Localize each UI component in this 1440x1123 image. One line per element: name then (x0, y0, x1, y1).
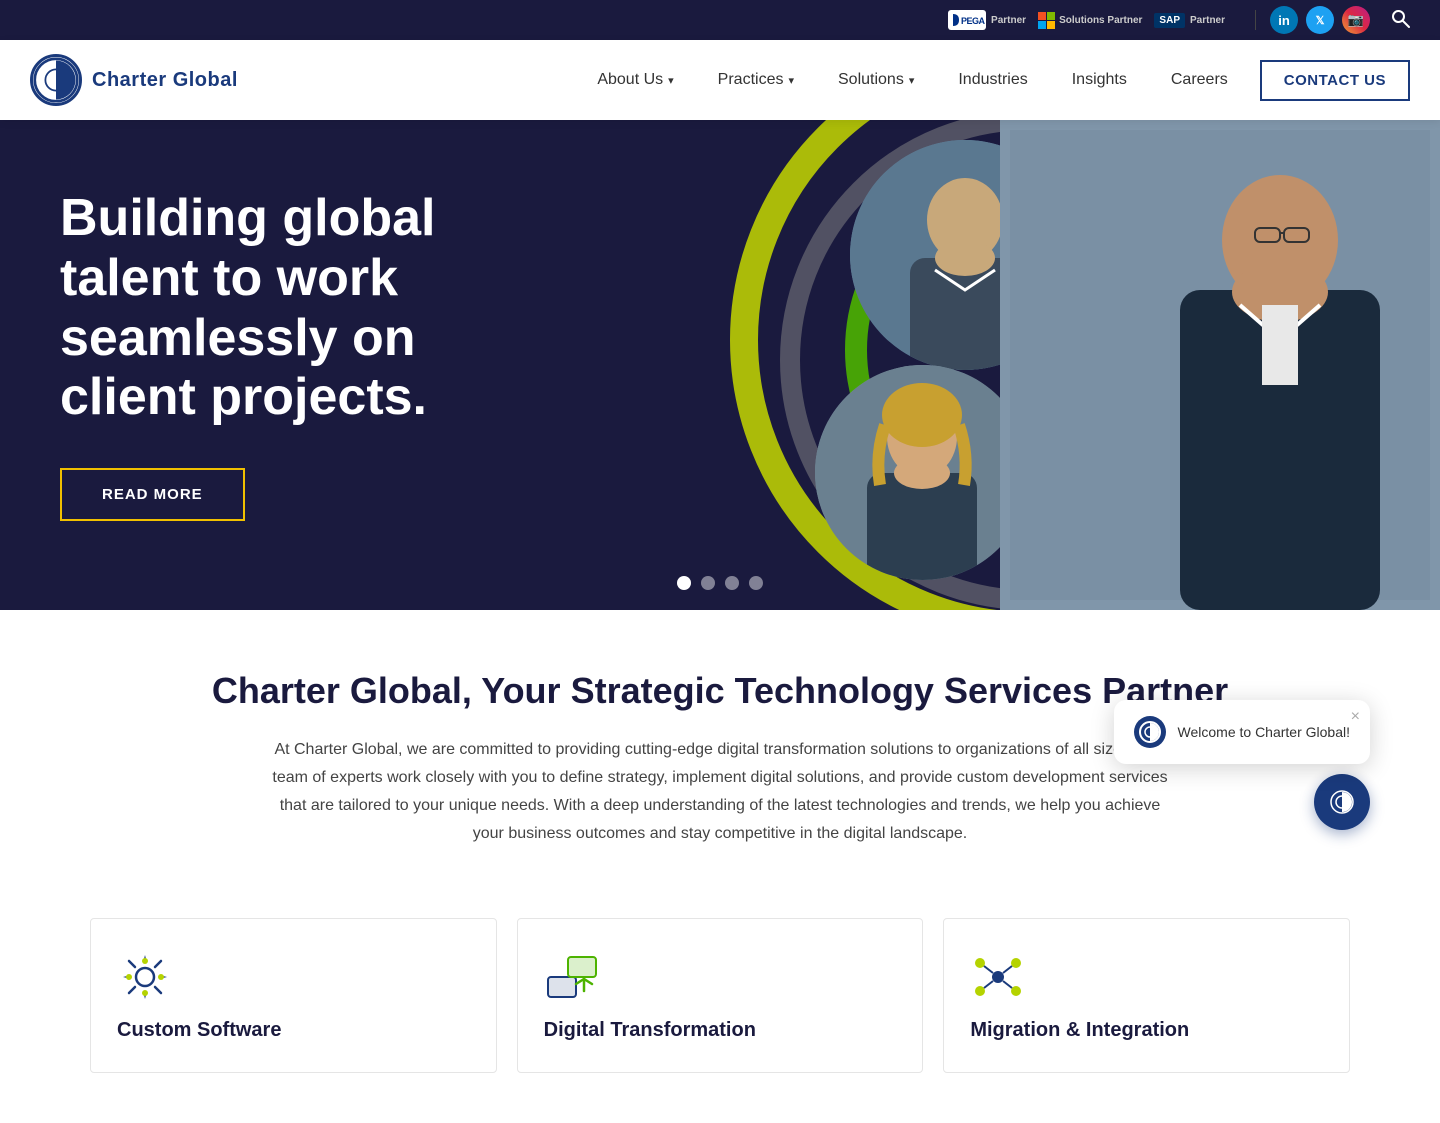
service-card-digital-transformation: Digital Transformation (517, 918, 924, 1073)
instagram-icon[interactable]: 📷 (1342, 6, 1370, 34)
digital-transformation-icon (544, 949, 600, 1005)
services-row: Custom Software Digital Transformation (0, 888, 1440, 1123)
service-card-custom-software: Custom Software (90, 918, 497, 1073)
social-icons: in 𝕏 📷 (1270, 6, 1370, 34)
chat-close-button[interactable]: × (1351, 708, 1360, 726)
logo-link[interactable]: Charter Global (30, 54, 238, 106)
person-bottom-photo (815, 365, 1030, 580)
sap-partner-logo: SAP Partner (1154, 13, 1225, 28)
sap-label: Partner (1190, 15, 1225, 26)
service-card-title-custom: Custom Software (117, 1019, 281, 1042)
ms-label: Solutions Partner (1059, 15, 1142, 26)
hero-section: Building global talent to work seamlessl… (0, 120, 1440, 610)
chat-open-button[interactable] (1314, 774, 1370, 830)
read-more-button[interactable]: READ MORE (60, 468, 245, 521)
chat-widget: Welcome to Charter Global! × (1114, 700, 1370, 830)
main-header: Charter Global About Us ▾ Practices ▾ So… (0, 40, 1440, 120)
hero-visual (540, 120, 1440, 610)
pega-label: Partner (991, 15, 1026, 26)
main-nav: About Us ▾ Practices ▾ Solutions ▾ Indus… (575, 40, 1410, 120)
nav-solutions[interactable]: Solutions ▾ (816, 40, 936, 120)
chat-bubble: Welcome to Charter Global! × (1114, 700, 1370, 764)
nav-careers[interactable]: Careers (1149, 40, 1250, 120)
slider-dots (677, 576, 763, 590)
hero-title: Building global talent to work seamlessl… (60, 189, 500, 428)
linkedin-icon[interactable]: in (1270, 6, 1298, 34)
nav-practices[interactable]: Practices ▾ (696, 40, 816, 120)
nav-insights[interactable]: Insights (1050, 40, 1149, 120)
chat-logo-icon (1134, 716, 1166, 748)
hero-content: Building global talent to work seamlessl… (0, 129, 560, 601)
pega-partner-logo: PEGA Partner (948, 10, 1026, 30)
slide-dot-1[interactable] (677, 576, 691, 590)
service-card-title-digital: Digital Transformation (544, 1019, 756, 1042)
service-card-migration: Migration & Integration (943, 918, 1350, 1073)
chat-welcome-text: Welcome to Charter Global! (1178, 724, 1350, 740)
ms-partner-logo: Solutions Partner (1038, 12, 1142, 28)
migration-icon (970, 949, 1026, 1005)
solutions-caret: ▾ (909, 74, 915, 87)
pega-logo-icon: PEGA (948, 10, 986, 30)
svg-text:PEGA: PEGA (961, 16, 985, 26)
slide-dot-2[interactable] (701, 576, 715, 590)
person-right-photo (1000, 120, 1440, 610)
custom-software-icon (117, 949, 173, 1005)
intro-body: At Charter Global, we are committed to p… (270, 736, 1170, 848)
slide-dot-4[interactable] (749, 576, 763, 590)
about-us-caret: ▾ (668, 74, 674, 87)
ms-logo-icon (1038, 12, 1054, 28)
partner-logos: PEGA Partner Solutions Partner SAP Partn… (948, 10, 1225, 30)
contact-us-button[interactable]: CONTACT US (1260, 60, 1410, 101)
logo-text: Charter Global (92, 69, 238, 92)
practices-caret: ▾ (788, 74, 794, 87)
sap-logo-icon: SAP (1154, 13, 1185, 28)
social-divider (1255, 10, 1256, 30)
service-card-title-migration: Migration & Integration (970, 1019, 1189, 1042)
nav-about-us[interactable]: About Us ▾ (575, 40, 695, 120)
twitter-icon[interactable]: 𝕏 (1306, 6, 1334, 34)
nav-industries[interactable]: Industries (936, 40, 1049, 120)
top-bar: PEGA Partner Solutions Partner SAP Partn… (0, 0, 1440, 40)
search-icon[interactable] (1390, 8, 1410, 33)
slide-dot-3[interactable] (725, 576, 739, 590)
logo-circle (30, 54, 82, 106)
